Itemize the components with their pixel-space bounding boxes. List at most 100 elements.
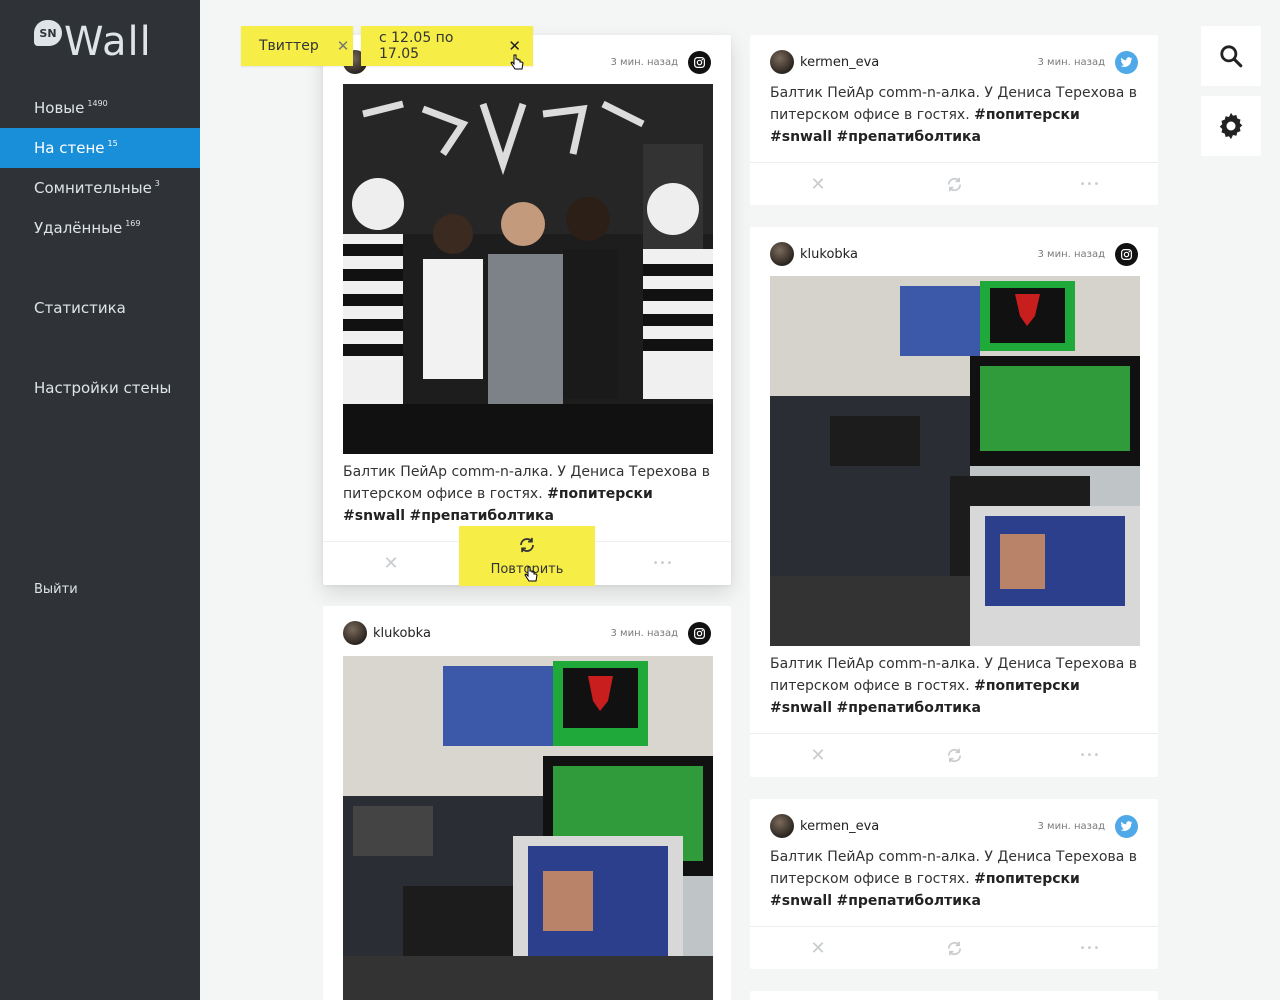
post-time: 3 мин. назад: [1037, 56, 1105, 68]
remove-button[interactable]: ✕: [750, 163, 886, 206]
settings-button[interactable]: [1201, 96, 1261, 156]
filter-label: с 12.05 по 17.05: [379, 30, 454, 62]
more-icon: •••: [1079, 750, 1101, 761]
hashtag[interactable]: #попитерски: [974, 871, 1080, 887]
filter-chip-dates: с 12.05 по 17.05 ✕: [361, 26, 533, 66]
twitter-icon: [1115, 50, 1138, 74]
search-icon: [1220, 45, 1243, 68]
post-card: kermen_eva 3 мин. назад Балтик ПейАр com…: [750, 35, 1158, 205]
username[interactable]: klukobka: [373, 626, 431, 641]
post-time: 3 мин. назад: [1037, 820, 1105, 832]
post-actions: ✕ •••: [750, 162, 1158, 206]
more-icon: •••: [1079, 179, 1101, 190]
avatar: [770, 814, 794, 838]
nav-doubtful[interactable]: Сомнительные 3: [0, 168, 200, 208]
post-time: 3 мин. назад: [1037, 248, 1105, 260]
post-text-body: Балтик ПейАр comm-n-алка. У Дениса Терех…: [770, 849, 1137, 887]
filter-chip-twitter: Твиттер ✕: [241, 26, 353, 66]
post-header: kermen_eva 3 мин. назад: [770, 49, 1138, 75]
post-card: klukobka 3 мин. назад: [323, 606, 731, 1000]
logout-link[interactable]: Выйти: [34, 582, 78, 597]
nav-new[interactable]: Новые 1490: [0, 88, 200, 128]
hand-cursor-icon: [524, 566, 538, 582]
post-actions: ✕ •••: [750, 926, 1158, 970]
post-header: klukobka 3 мин. назад: [770, 241, 1138, 267]
hashtag[interactable]: #препатиболтика: [409, 508, 553, 524]
post-text: Балтик ПейАр comm-n-алка. У Дениса Терех…: [770, 82, 1138, 148]
hashtag[interactable]: #попитерски: [974, 678, 1080, 694]
instagram-icon: [1115, 242, 1138, 266]
nav-label: Новые: [34, 99, 85, 117]
nav-statistics[interactable]: Статистика: [34, 299, 126, 317]
hand-cursor-icon: [510, 54, 524, 70]
hashtag[interactable]: #snwall: [343, 508, 405, 524]
filter-label: Твиттер: [259, 38, 319, 54]
post-text: Балтик ПейАр comm-n-алка. У Дениса Терех…: [343, 461, 711, 527]
nav-deleted[interactable]: Удалённые 169: [0, 208, 200, 248]
more-icon: •••: [1079, 943, 1101, 954]
sidebar: SN Wall Новые 1490 На стене 15 Сомнитель…: [0, 0, 200, 1000]
post-photo[interactable]: [770, 276, 1140, 646]
post-photo[interactable]: [343, 84, 713, 454]
hashtag[interactable]: #snwall: [770, 700, 832, 716]
remove-button[interactable]: ✕: [750, 927, 886, 970]
hashtag[interactable]: #препатиболтика: [836, 700, 980, 716]
post-header: klukobka 3 мин. назад: [343, 620, 711, 646]
repeat-button[interactable]: [886, 734, 1022, 777]
nav-label: На стене: [34, 139, 105, 157]
repeat-button[interactable]: [886, 163, 1022, 206]
more-button[interactable]: •••: [1022, 163, 1158, 206]
nav-label: Сомнительные: [34, 179, 152, 197]
hashtag[interactable]: #snwall: [770, 893, 832, 909]
post-time: 3 мин. назад: [610, 627, 678, 639]
hashtag[interactable]: #препатиболтика: [836, 129, 980, 145]
post-text: Балтик ПейАр comm-n-алка. У Дениса Терех…: [770, 846, 1138, 912]
close-icon[interactable]: ✕: [508, 37, 521, 55]
close-icon: ✕: [810, 938, 826, 959]
more-button[interactable]: •••: [1022, 927, 1158, 970]
nav-count: 15: [107, 138, 118, 148]
logo[interactable]: SN Wall: [34, 20, 152, 64]
nav-count: 3: [154, 178, 160, 188]
post-text-body: Балтик ПейАр comm-n-алка. У Дениса Терех…: [770, 85, 1137, 123]
hashtag[interactable]: #препатиболтика: [836, 893, 980, 909]
username[interactable]: kermen_eva: [800, 819, 879, 834]
post-card: [750, 991, 1158, 1000]
instagram-icon: [688, 621, 711, 645]
post-actions: ✕ •••: [750, 733, 1158, 777]
refresh-icon: [947, 941, 961, 956]
more-button[interactable]: •••: [1022, 734, 1158, 777]
hashtag[interactable]: #попитерски: [974, 107, 1080, 123]
post-time: 3 мин. назад: [610, 56, 678, 68]
refresh-icon: [947, 177, 961, 192]
post-photo[interactable]: [343, 656, 713, 1000]
more-icon: •••: [652, 558, 674, 569]
refresh-icon: [947, 748, 961, 763]
hashtag[interactable]: #snwall: [770, 129, 832, 145]
post-card: klukobka 3 мин. назад Балтик ПейАр comm-…: [750, 227, 1158, 777]
post-text-body: Балтик ПейАр comm-n-алка. У Дениса Терех…: [343, 464, 710, 502]
search-button[interactable]: [1201, 26, 1261, 86]
logo-word: Wall: [64, 19, 152, 65]
remove-button[interactable]: ✕: [750, 734, 886, 777]
close-icon[interactable]: ✕: [337, 37, 350, 55]
username[interactable]: kermen_eva: [800, 55, 879, 70]
nav-count: 169: [125, 218, 141, 228]
nav-on-wall[interactable]: На стене 15: [0, 128, 200, 168]
avatar: [343, 621, 367, 645]
gear-icon: [1219, 112, 1243, 140]
hashtag[interactable]: #попитерски: [547, 486, 653, 502]
logo-badge: SN: [34, 20, 62, 46]
nav-wall-settings[interactable]: Настройки стены: [34, 379, 171, 397]
username[interactable]: klukobka: [800, 247, 858, 262]
post-text: Балтик ПейАр comm-n-алка. У Дениса Терех…: [770, 653, 1138, 719]
close-icon: ✕: [383, 553, 399, 574]
instagram-icon: [688, 50, 711, 74]
avatar: [770, 50, 794, 74]
post-card: 3 мин. назад Балтик ПейАр comm-n-алка. У…: [323, 35, 731, 586]
remove-button[interactable]: ✕: [323, 542, 459, 585]
avatar: [770, 242, 794, 266]
repeat-button[interactable]: [886, 927, 1022, 970]
post-text-body: Балтик ПейАр comm-n-алка. У Дениса Терех…: [770, 656, 1137, 694]
more-button[interactable]: •••: [595, 542, 731, 585]
